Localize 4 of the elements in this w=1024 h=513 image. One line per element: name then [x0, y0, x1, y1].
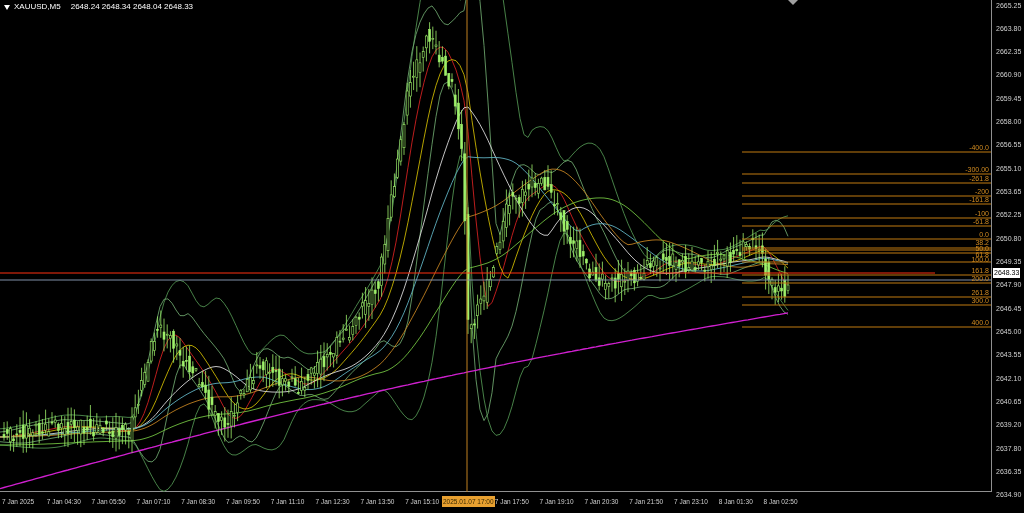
dropdown-icon[interactable]: [4, 4, 10, 10]
quote-values: 2648.24 2648.34 2648.04 2648.33: [70, 2, 194, 12]
symbol-label: XAUUSD,M5: [14, 2, 61, 12]
scroll-marker-icon: [788, 0, 798, 5]
